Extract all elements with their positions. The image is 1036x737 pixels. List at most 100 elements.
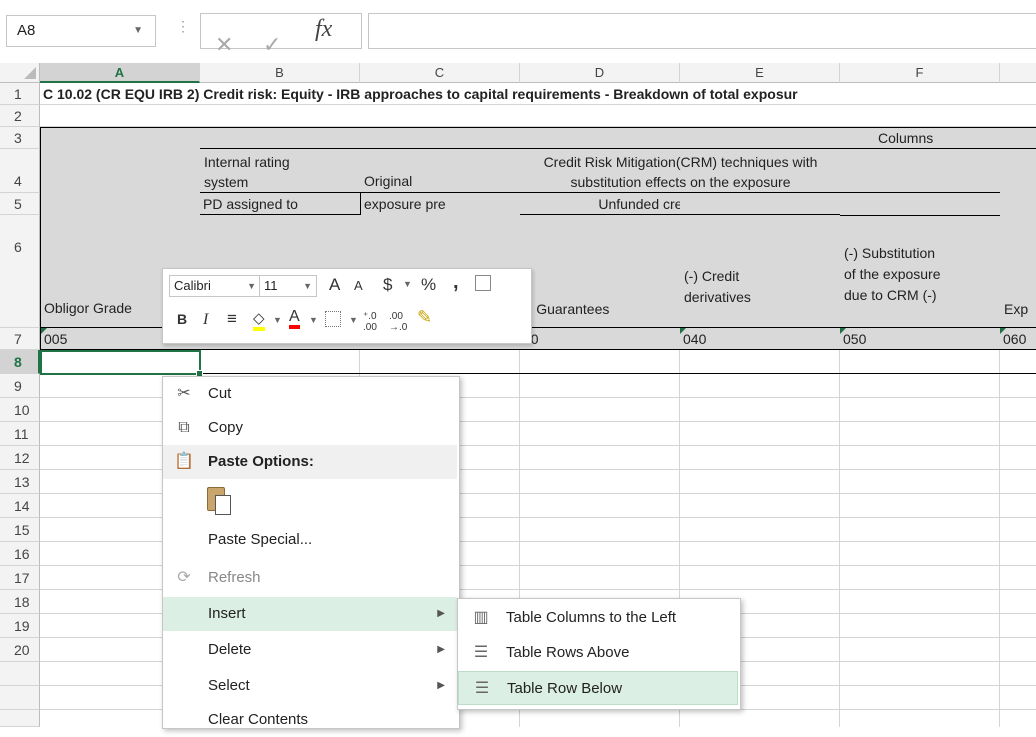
chevron-right-icon: ▶ [437,680,445,691]
shrink-font-icon[interactable]: A [354,278,363,293]
obligor-grade-label: Obligor Grade [44,300,132,316]
enter-icon[interactable]: ✓ [263,32,281,58]
row-header-selected[interactable]: 8 [0,350,40,374]
row-header[interactable]: 20 [0,638,40,662]
row-header[interactable]: 10 [0,398,40,422]
context-menu: ✂ Cut ⧉ Copy 📋 Paste Options: Paste Spec… [162,376,460,729]
row-header[interactable]: 16 [0,542,40,566]
font-name-box[interactable]: Calibri ▼ [169,275,261,297]
menu-item-table-rows-above[interactable]: ☰ Table Rows Above [458,636,738,670]
cell-e5[interactable] [680,193,841,215]
chevron-down-icon[interactable]: ▼ [403,279,412,289]
row-header[interactable]: 15 [0,518,40,542]
align-center-icon[interactable]: ≡ [227,309,237,329]
cell-d7[interactable]: 30 [520,328,681,350]
crm-text: Credit Risk Mitigation(CRM) techniques w… [520,152,841,192]
grow-font-icon[interactable]: A [329,275,340,295]
bold-icon[interactable]: B [177,311,187,327]
cell-b5[interactable]: PD assigned to [200,193,361,215]
comma-icon[interactable]: , [453,271,459,294]
merge-center-icon[interactable] [475,275,491,291]
menu-item-insert[interactable]: Insert ▶ [163,597,457,631]
row-header[interactable]: 1 [0,83,40,105]
column-header-a[interactable]: A [40,63,200,83]
formula-input[interactable] [368,13,1036,49]
borders-icon[interactable] [325,311,341,327]
cell-g7[interactable]: 060 [1000,328,1036,350]
column-header-b[interactable]: B [200,63,360,83]
column-header-d[interactable]: D [520,63,680,83]
menu-item-refresh[interactable]: ⟳ Refresh [163,561,457,595]
chevron-down-icon[interactable]: ▼ [349,315,358,325]
select-label: Select [208,677,250,694]
fill-color-icon[interactable]: ◇ [253,309,265,331]
currency-icon[interactable]: $ [383,275,392,295]
select-all-corner[interactable] [0,63,40,83]
cell-e7[interactable]: 040 [680,328,841,350]
insert-column-icon: ▥ [473,609,489,626]
decrease-decimal-icon[interactable]: .00 →.0 [389,311,407,333]
menu-item-clear-contents[interactable]: Clear Contents [163,703,457,737]
column-header-g[interactable] [1000,63,1036,83]
menu-item-table-columns-left[interactable]: ▥ Table Columns to the Left [458,601,738,635]
name-box[interactable]: A8 ▼ [6,15,156,47]
sheet-title-cell[interactable]: C 10.02 (CR EQU IRB 2) Credit risk: Equi… [40,83,1036,105]
row-header[interactable] [0,662,40,686]
row-header[interactable]: 3 [0,127,40,149]
menu-item-paste-special[interactable]: Paste Special... [163,523,457,557]
menu-item-delete[interactable]: Delete ▶ [163,633,457,667]
row-header[interactable]: 17 [0,566,40,590]
active-cell-a8[interactable] [40,350,203,377]
font-size-box[interactable]: 11 ▼ [259,275,317,297]
menu-item-cut[interactable]: ✂ Cut [163,377,457,411]
f-line2: of the exposure [844,266,941,282]
row-header[interactable]: 6 [0,215,40,328]
table-rows-above-label: Table Rows Above [506,644,630,661]
column-header-f[interactable]: F [840,63,1000,83]
menu-item-select[interactable]: Select ▶ [163,669,457,703]
row-header[interactable]: 12 [0,446,40,470]
increase-decimal-icon[interactable]: ⁺.0.00 [363,311,377,333]
cut-label: Cut [208,385,232,402]
chevron-down-icon[interactable]: ▼ [303,276,312,296]
empty-row[interactable] [40,105,1036,127]
fx-icon[interactable]: fx [315,16,332,43]
row-header[interactable]: 11 [0,422,40,446]
cancel-icon[interactable]: ✕ [215,32,233,58]
row-8-cells[interactable] [200,350,1036,374]
formula-buttons: ✕ ✓ fx [200,13,362,57]
row-header[interactable]: 9 [0,374,40,398]
row-header[interactable] [0,710,40,727]
cell-f7[interactable]: 050 [840,328,1001,350]
chevron-down-icon[interactable]: ▼ [133,25,143,36]
row-header[interactable]: 7 [0,328,40,350]
insert-submenu: ▥ Table Columns to the Left ☰ Table Rows… [457,598,741,710]
percent-icon[interactable]: % [421,275,436,295]
row-header[interactable]: 18 [0,590,40,614]
menu-item-table-row-below[interactable]: ☰ Table Row Below [458,671,738,705]
font-color-icon[interactable]: A [289,309,300,329]
row-header[interactable]: 14 [0,494,40,518]
row-header[interactable] [0,686,40,710]
row-header[interactable]: 5 [0,193,40,215]
guarantees-label: -) Guarantees [523,301,610,317]
menu-item-copy[interactable]: ⧉ Copy [163,411,457,445]
paste-special-label: Paste Special... [208,531,313,548]
f-line3: due to CRM (-) [844,287,937,303]
row-header[interactable]: 13 [0,470,40,494]
row-header[interactable]: 19 [0,614,40,638]
italic-icon[interactable]: I [203,311,208,329]
paste-button[interactable] [207,485,231,515]
refresh-label: Refresh [208,569,261,586]
b4-line1: Internal rating [204,154,290,170]
column-header-e[interactable]: E [680,63,840,83]
column-header-c[interactable]: C [360,63,520,83]
chevron-down-icon[interactable]: ▼ [273,315,282,325]
format-painter-icon[interactable]: ✎ [417,307,432,328]
c4-text: Original [364,173,413,189]
row-header[interactable]: 2 [0,105,40,127]
chevron-down-icon[interactable]: ▼ [247,276,256,296]
cell-f4[interactable] [840,149,1001,193]
row-header[interactable]: 4 [0,149,40,193]
chevron-down-icon[interactable]: ▼ [309,315,318,325]
